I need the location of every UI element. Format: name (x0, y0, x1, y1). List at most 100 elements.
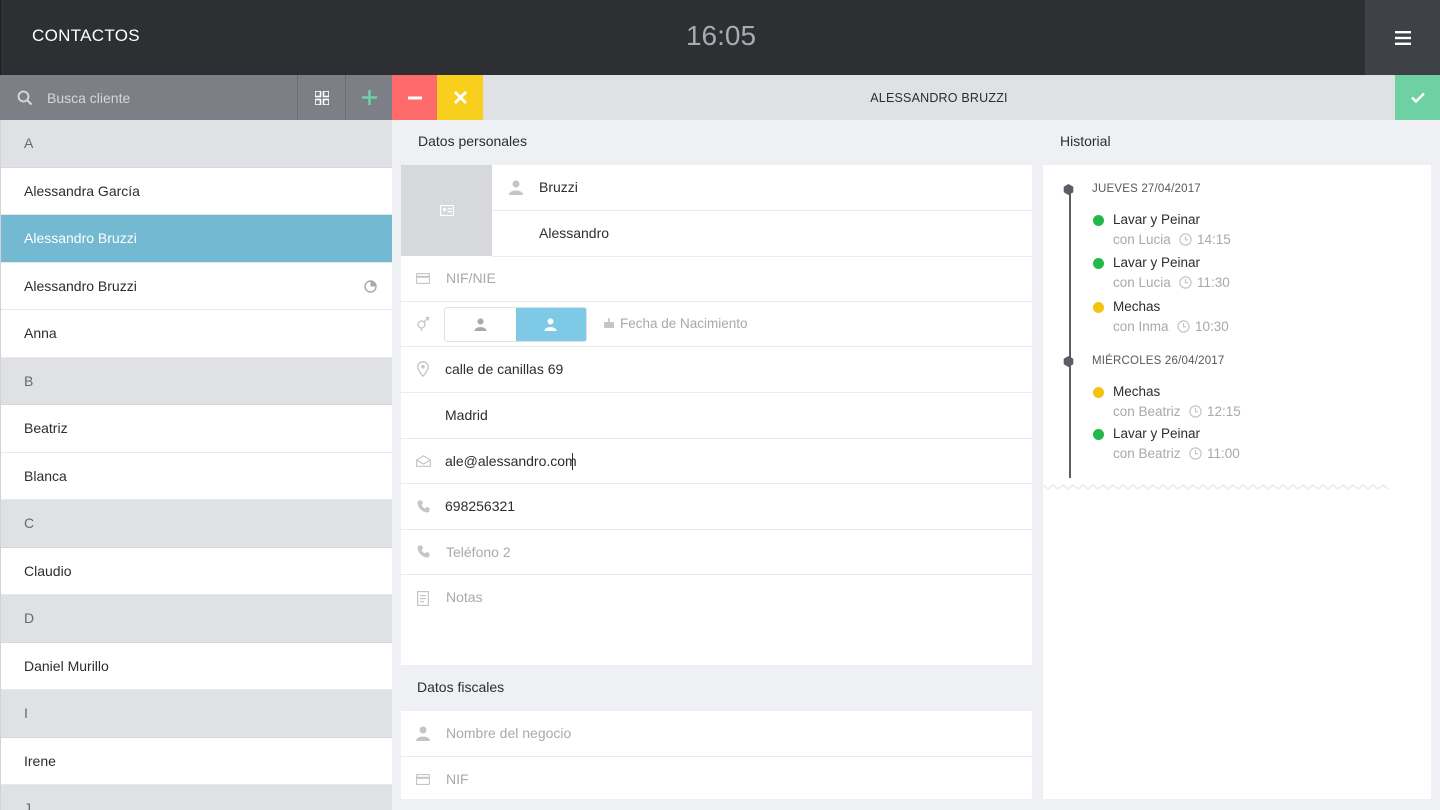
list-section-header: B (1, 357, 392, 405)
fiscal-section-title: Datos fiscales (417, 679, 505, 695)
person-icon (544, 317, 557, 331)
search-bar (0, 75, 297, 120)
list-section-header: D (1, 595, 392, 643)
cake-icon (604, 318, 614, 328)
appointment-time-value: 12:15 (1207, 404, 1241, 419)
list-section-header: J (1, 785, 392, 810)
photo-placeholder[interactable] (401, 165, 492, 256)
checkmark-icon (1410, 92, 1425, 103)
grid-view-button[interactable] (297, 75, 345, 120)
appointment-time-value: 10:30 (1195, 319, 1229, 334)
nif-placeholder: NIF/NIE (446, 270, 496, 287)
clock-icon (1189, 405, 1202, 418)
appointment-service: Mechas (1113, 384, 1161, 399)
status-dot (1093, 429, 1104, 440)
contact-list-item[interactable]: Daniel Murillo (1, 643, 392, 690)
contact-list-item[interactable]: Alessandro Bruzzi (1, 215, 392, 263)
section-letter: I (24, 705, 28, 722)
contact-list: A Alessandra García Alessandro Bruzzi Aless… (0, 120, 392, 810)
status-dot (1093, 215, 1104, 226)
birth-date-field[interactable]: Fecha de Nacimiento (603, 316, 748, 331)
appointment-time: 10:30 (1177, 319, 1229, 334)
notes-placeholder: Notas (446, 589, 483, 605)
add-contact-button[interactable] (345, 75, 392, 120)
phone2-placeholder: Teléfono 2 (446, 543, 511, 560)
fiscal-nif-field[interactable]: NIF (401, 757, 1032, 803)
menu-button[interactable] (1365, 0, 1440, 75)
surname-value: Bruzzi (539, 179, 578, 195)
search-input[interactable] (47, 89, 277, 106)
person-icon (415, 725, 431, 741)
card-icon (415, 771, 431, 787)
appointment-time: 14:15 (1179, 232, 1231, 247)
save-button[interactable] (1395, 75, 1440, 120)
hamburger-icon (1394, 30, 1411, 45)
city-field[interactable]: Madrid (401, 393, 1032, 439)
personal-section-title: Datos personales (418, 133, 527, 149)
birth-date-placeholder: Fecha de Nacimiento (620, 315, 748, 331)
contact-list-item[interactable]: Claudio (1, 548, 392, 595)
city-value: Madrid (445, 407, 488, 424)
section-letter: B (24, 372, 34, 389)
appointment-service: Mechas (1113, 299, 1161, 314)
location-pin-icon (415, 361, 431, 378)
contact-name: Beatriz (24, 420, 68, 437)
contact-name: Claudio (24, 562, 72, 579)
business-name-field[interactable]: Nombre del negocio (401, 711, 1032, 757)
contact-name: Anna (24, 325, 57, 342)
history-section-title: Historial (1060, 133, 1111, 149)
address-field[interactable]: calle de canillas 69 (401, 347, 1032, 393)
first-name-field[interactable]: Alessandro (492, 211, 1032, 257)
section-letter: D (24, 610, 35, 627)
app-title: CONTACTOS (32, 26, 140, 45)
plus-icon (361, 90, 377, 105)
appointment-time-value: 11:30 (1197, 275, 1230, 290)
history-end-zigzag (1043, 483, 1389, 491)
phone2-field[interactable]: Teléfono 2 (401, 530, 1032, 575)
phone-value: 698256321 (445, 498, 516, 515)
section-letter: J (24, 800, 31, 810)
appointment-staff: con Lucia (1113, 275, 1171, 290)
appointment-time: 11:00 (1189, 446, 1240, 461)
personal-data-card: Bruzzi Alessandro NIF/NIE Fecha de Nacim… (401, 165, 1032, 665)
note-icon (415, 590, 431, 606)
surname-field[interactable]: Bruzzi (492, 165, 1032, 211)
appointment-service: Lavar y Peinar (1113, 255, 1201, 270)
address-value: calle de canillas 69 (445, 361, 564, 378)
clock-icon (1179, 276, 1192, 289)
nif-field[interactable]: NIF/NIE (401, 256, 1032, 302)
phone-field[interactable]: 698256321 (401, 484, 1032, 530)
appointment-time-value: 11:00 (1207, 446, 1240, 461)
contact-list-item[interactable]: Blanca (1, 453, 392, 500)
list-section-header: I (1, 690, 392, 738)
appointment-time: 11:30 (1179, 275, 1230, 290)
contact-list-item[interactable]: Anna (1, 310, 392, 358)
notes-field[interactable]: Notas (401, 575, 1032, 665)
contact-list-item[interactable]: Alessandra García (1, 168, 392, 215)
gender-birth-row: Fecha de Nacimiento (401, 302, 1032, 347)
contact-list-item[interactable]: Beatriz (1, 405, 392, 453)
delete-button[interactable] (392, 75, 437, 120)
cancel-button[interactable] (437, 75, 483, 120)
contact-name: Irene (24, 752, 56, 769)
contact-name: Alessandro Bruzzi (24, 277, 137, 294)
appointment-staff: con Beatriz (1113, 446, 1181, 461)
list-section-header: C (1, 500, 392, 548)
appointment-staff: con Beatriz (1113, 404, 1181, 419)
list-section-header: A (1, 120, 392, 168)
contact-list-item[interactable]: Irene (1, 738, 392, 785)
appointment-service: Lavar y Peinar (1113, 212, 1201, 227)
contact-name: Alessandra García (24, 182, 140, 199)
status-dot (1093, 302, 1104, 313)
contact-list-item[interactable]: Alessandro Bruzzi (1, 263, 392, 310)
clock-icon (1189, 447, 1202, 460)
email-field[interactable]: ale@alessandro.com (401, 439, 1032, 484)
gender-toggle (444, 306, 587, 342)
person-icon (474, 317, 487, 331)
first-name-value: Alessandro (539, 225, 610, 241)
gender-option-male[interactable] (515, 307, 586, 341)
clock-icon (1179, 233, 1192, 246)
gender-option-female[interactable] (445, 308, 516, 341)
clock-icon (1177, 320, 1190, 333)
envelope-icon (415, 453, 431, 469)
